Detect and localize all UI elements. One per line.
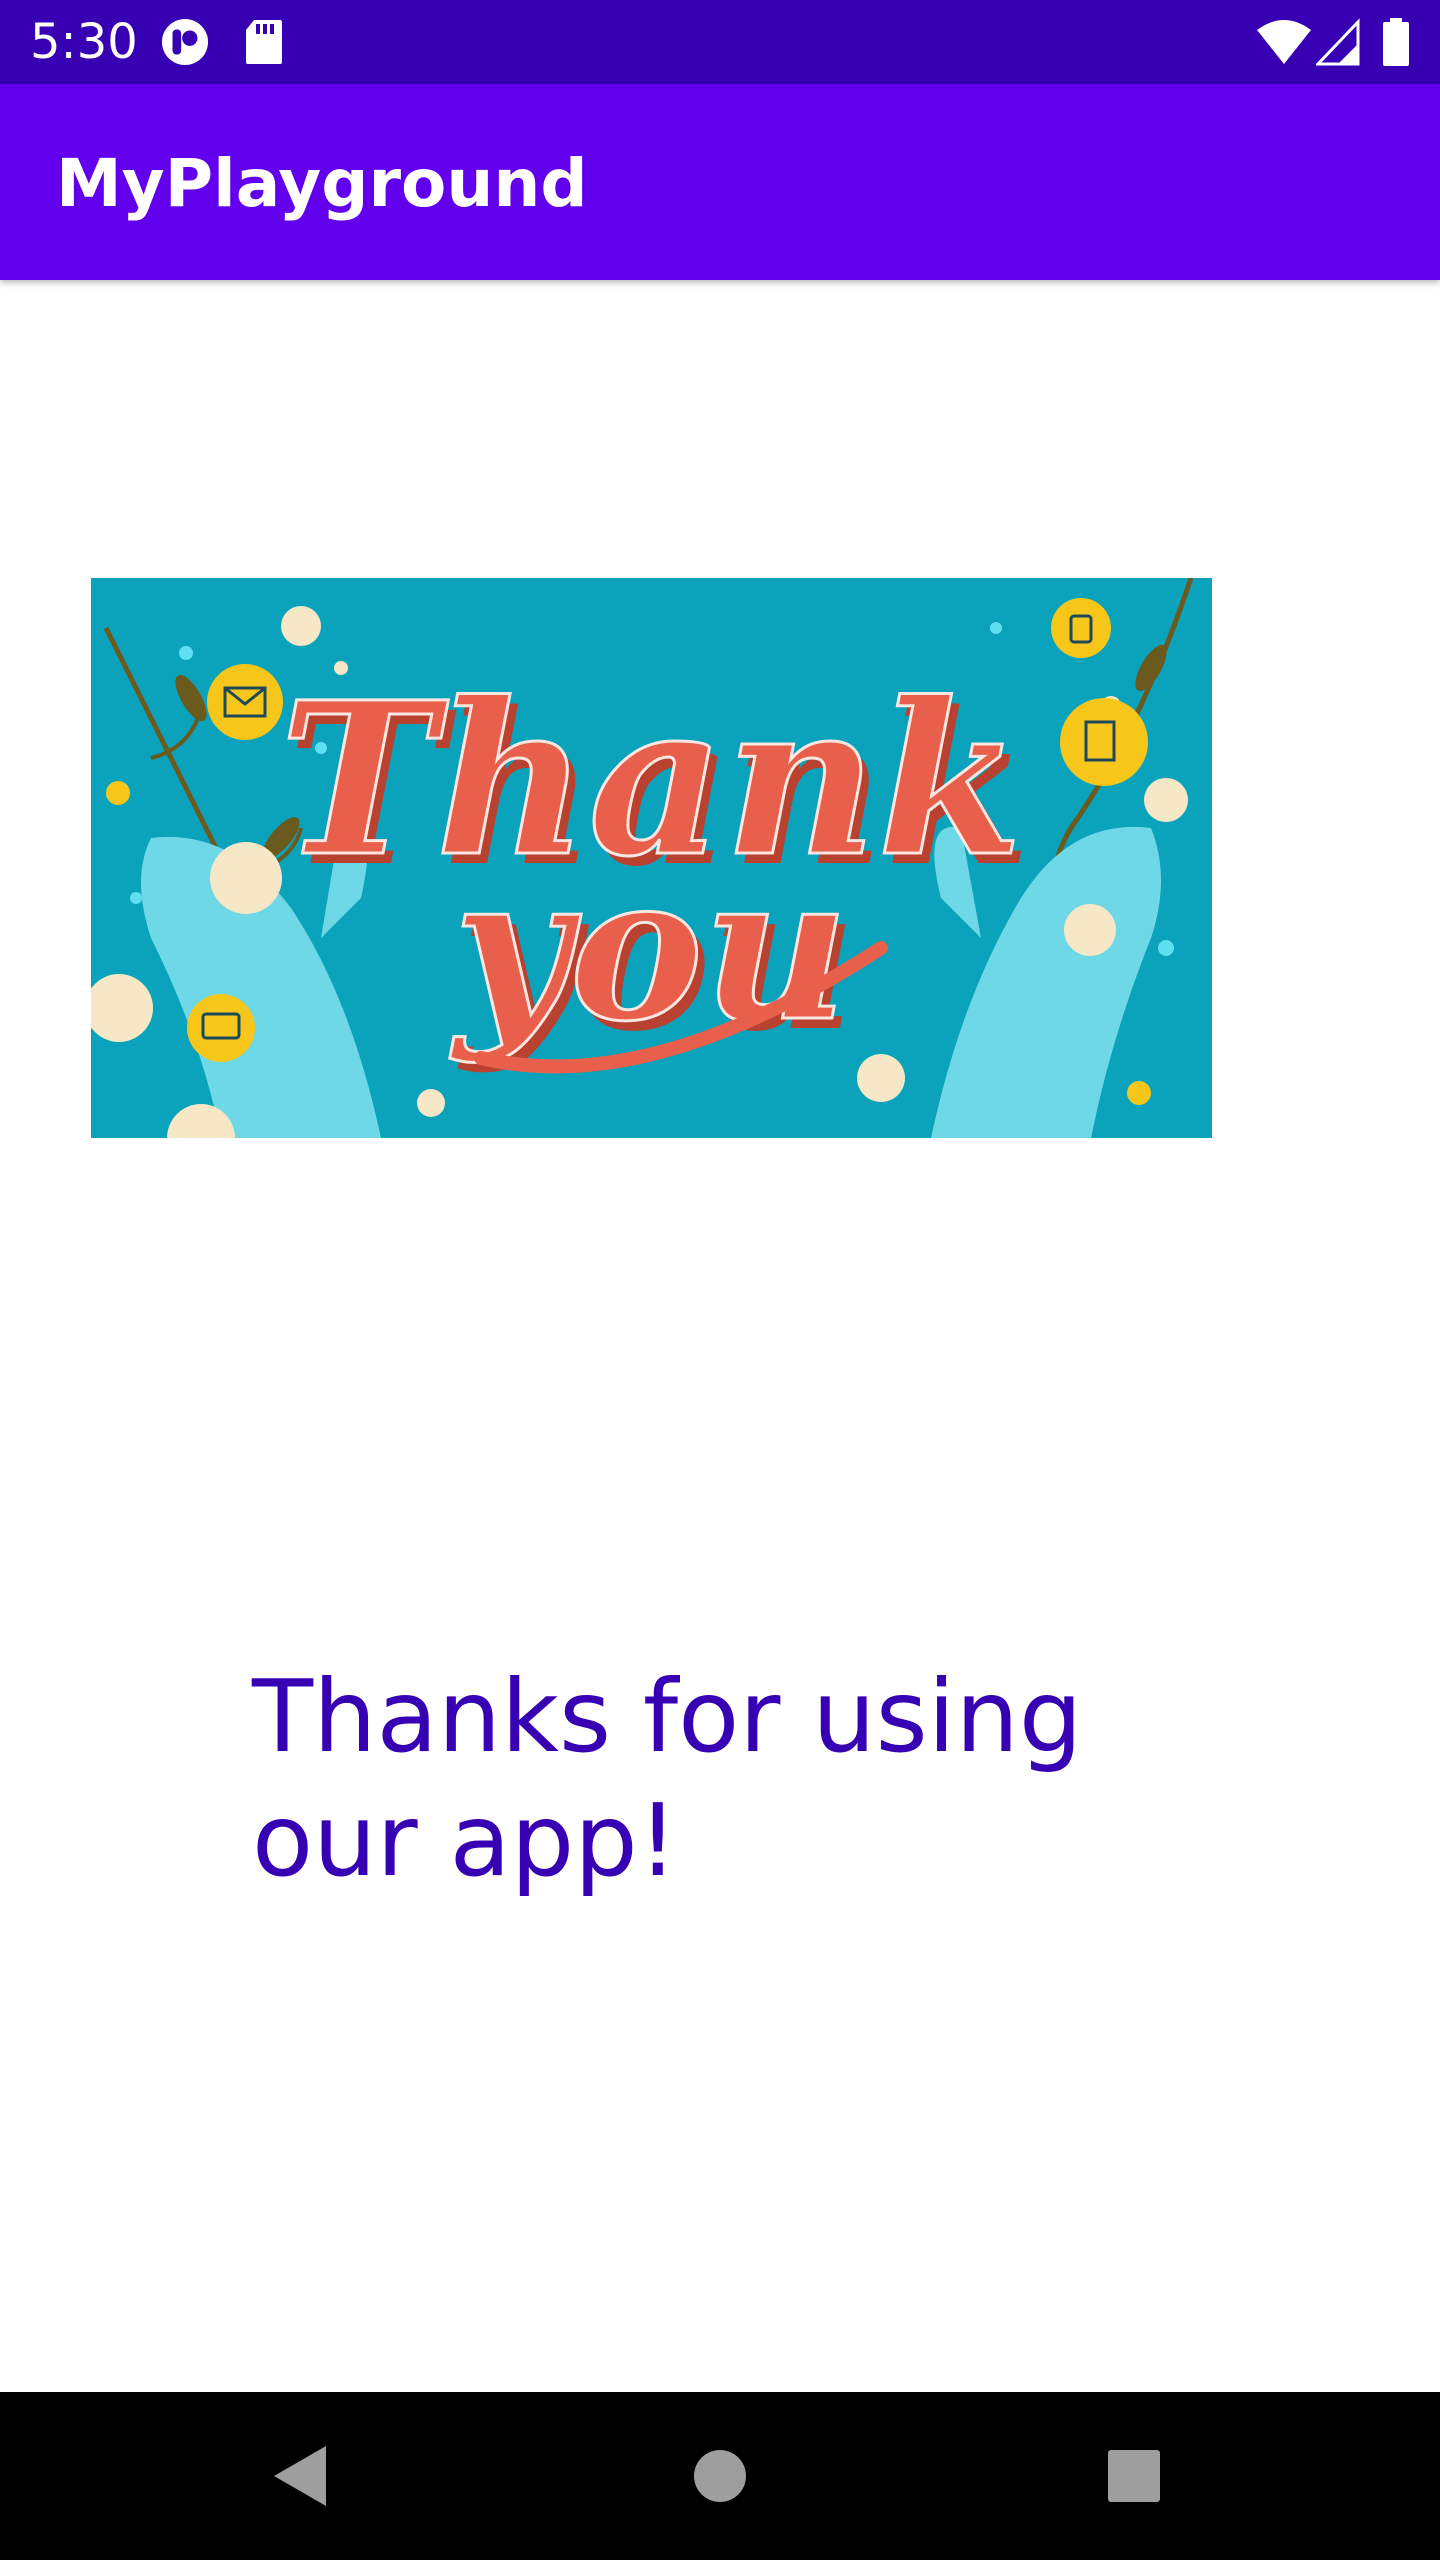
cell-signal-icon <box>1316 18 1360 66</box>
banner-text-you-front: you <box>449 831 848 1066</box>
navigation-bar <box>0 2392 1440 2560</box>
recents-icon[interactable] <box>1094 2436 1174 2516</box>
back-icon[interactable] <box>262 2436 342 2516</box>
battery-icon <box>1383 18 1409 66</box>
status-time: 5:30 <box>30 14 138 70</box>
home-icon[interactable] <box>680 2436 760 2516</box>
app-bar: MyPlayground <box>0 84 1440 280</box>
status-bar: 5:30 <box>0 0 1440 84</box>
app-title: MyPlayground <box>56 145 588 222</box>
thank-you-banner-image: Thank Thank you you <box>91 578 1212 1138</box>
sd-card-icon <box>246 20 282 64</box>
notification-app-icon <box>161 18 209 66</box>
thanks-message: Thanks for using our app! <box>252 1658 1083 1899</box>
wifi-icon <box>1257 20 1311 64</box>
